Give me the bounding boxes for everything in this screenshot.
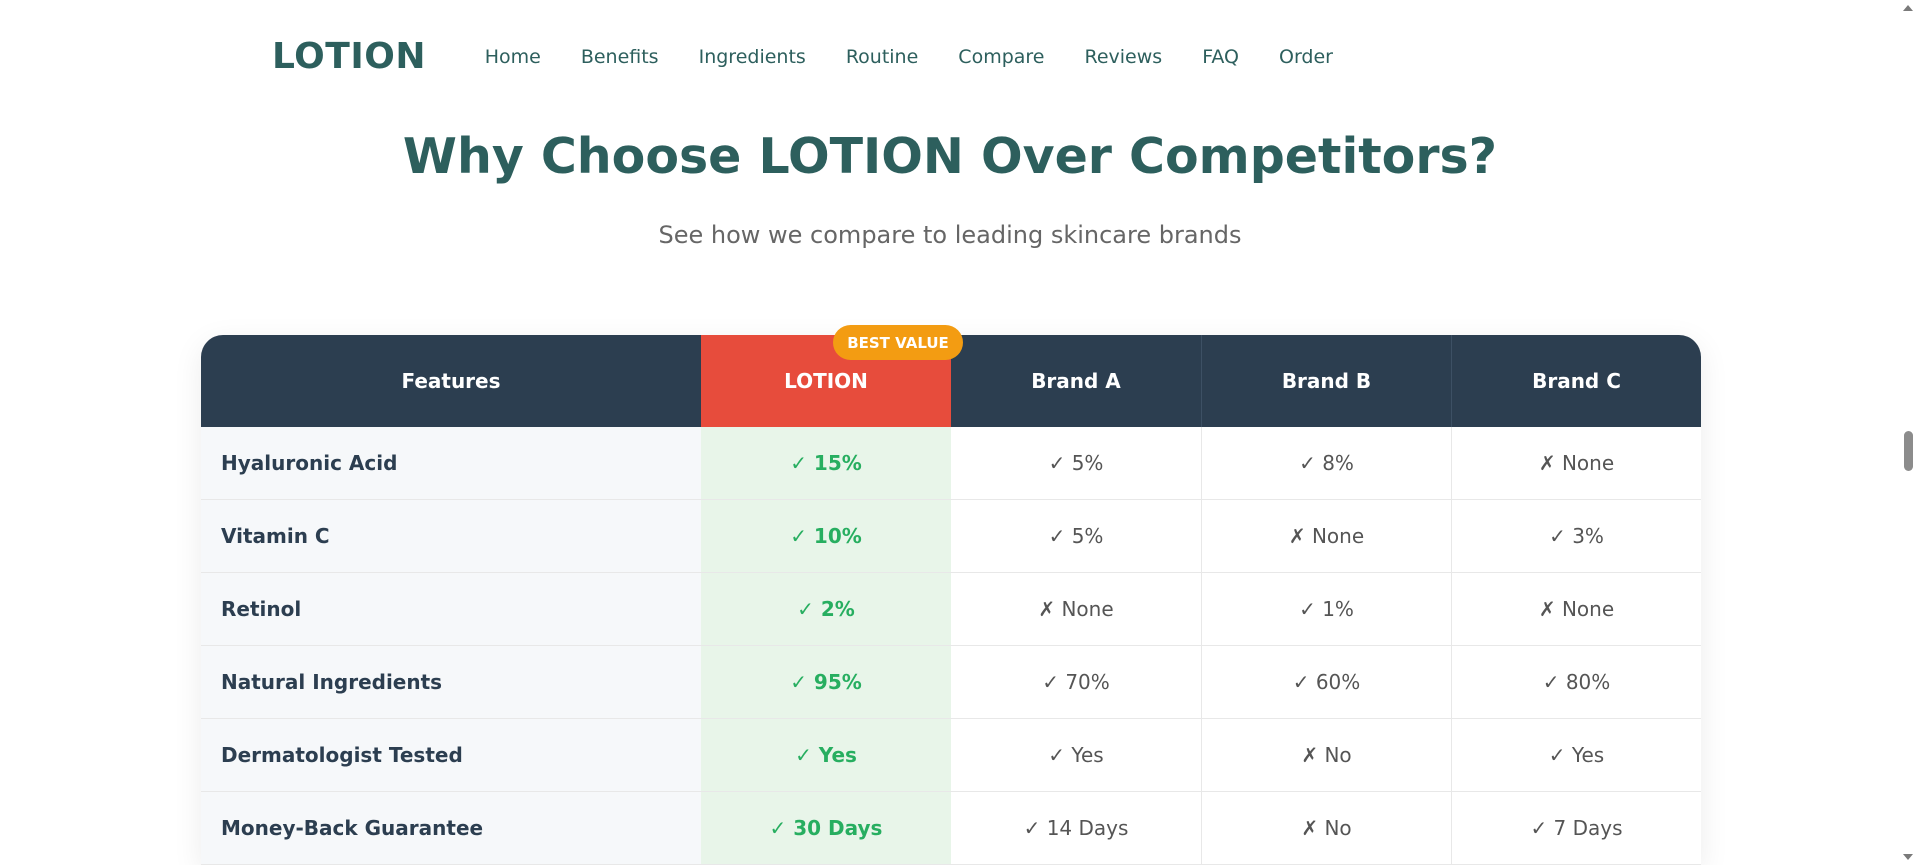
table-body: Hyaluronic Acid ✓ 15% ✓ 5% ✓ 8% ✗ None V… <box>201 427 1701 865</box>
nav-link-ingredients[interactable]: Ingredients <box>699 46 806 68</box>
scroll-thumb[interactable] <box>1904 431 1913 471</box>
brand-a-cell: ✓ Yes <box>1048 743 1104 767</box>
nav-links: Home Benefits Ingredients Routine Compar… <box>485 46 1333 68</box>
table-row: Money-Back Guarantee ✓ 30 Days ✓ 14 Days… <box>201 792 1701 865</box>
lotion-cell: ✓ 30 Days <box>701 792 951 864</box>
brand-a-cell: ✓ 70% <box>1042 670 1110 694</box>
feature-cell: Vitamin C <box>201 500 701 572</box>
header-features: Features <box>401 369 501 393</box>
header-brand-a: Brand A <box>1031 369 1121 393</box>
nav-link-reviews[interactable]: Reviews <box>1084 46 1162 68</box>
top-nav: LOTION Home Benefits Ingredients Routine… <box>0 0 1900 115</box>
brand-c-cell: ✗ None <box>1451 573 1701 645</box>
brand-c-cell: ✓ 3% <box>1451 500 1701 572</box>
section-subtitle: See how we compare to leading skincare b… <box>658 221 1242 249</box>
header-brand-c: Brand C <box>1451 335 1701 427</box>
feature-cell: Money-Back Guarantee <box>201 792 701 864</box>
table-row: Hyaluronic Acid ✓ 15% ✓ 5% ✓ 8% ✗ None <box>201 427 1701 500</box>
comparison-table: BEST VALUE Features LOTION Brand A Brand… <box>201 325 1701 865</box>
brand-b-cell: ✗ No <box>1201 719 1451 791</box>
feature-cell: Hyaluronic Acid <box>201 427 701 499</box>
scroll-up-arrow-icon[interactable] <box>1903 5 1913 11</box>
logo[interactable]: LOTION <box>272 36 426 77</box>
nav-link-faq[interactable]: FAQ <box>1202 46 1239 68</box>
table-row: Retinol ✓ 2% ✗ None ✓ 1% ✗ None <box>201 573 1701 646</box>
brand-c-cell: ✓ 7 Days <box>1451 792 1701 864</box>
best-value-badge: BEST VALUE <box>833 325 963 360</box>
feature-cell: Natural Ingredients <box>201 646 701 718</box>
table-row: Vitamin C ✓ 10% ✓ 5% ✗ None ✓ 3% <box>201 500 1701 573</box>
lotion-cell: ✓ 95% <box>701 646 951 718</box>
brand-c-cell: ✓ Yes <box>1451 719 1701 791</box>
lotion-cell: ✓ 15% <box>701 427 951 499</box>
brand-b-cell: ✓ 1% <box>1201 573 1451 645</box>
nav-link-order[interactable]: Order <box>1279 46 1333 68</box>
brand-a-cell: ✓ 5% <box>1048 524 1104 548</box>
page: LOTION Home Benefits Ingredients Routine… <box>0 0 1916 865</box>
lotion-cell: ✓ 2% <box>701 573 951 645</box>
brand-b-cell: ✓ 60% <box>1201 646 1451 718</box>
lotion-cell: ✓ 10% <box>701 500 951 572</box>
brand-b-cell: ✗ No <box>1201 792 1451 864</box>
scroll-down-arrow-icon[interactable] <box>1903 854 1913 860</box>
feature-cell: Dermatologist Tested <box>201 719 701 791</box>
brand-a-cell: ✓ 14 Days <box>1023 816 1129 840</box>
brand-c-cell: ✗ None <box>1451 427 1701 499</box>
vertical-scrollbar[interactable] <box>1900 0 1916 865</box>
section-title: Why Choose LOTION Over Competitors? <box>402 128 1498 185</box>
feature-cell: Retinol <box>201 573 701 645</box>
brand-c-cell: ✓ 80% <box>1451 646 1701 718</box>
nav-link-routine[interactable]: Routine <box>846 46 918 68</box>
nav-link-home[interactable]: Home <box>485 46 541 68</box>
brand-b-cell: ✓ 8% <box>1201 427 1451 499</box>
table-row: Natural Ingredients ✓ 95% ✓ 70% ✓ 60% ✓ … <box>201 646 1701 719</box>
brand-b-cell: ✗ None <box>1201 500 1451 572</box>
header-brand-b: Brand B <box>1201 335 1451 427</box>
lotion-cell: ✓ Yes <box>701 719 951 791</box>
brand-a-cell: ✗ None <box>1038 597 1114 621</box>
brand-a-cell: ✓ 5% <box>1048 451 1104 475</box>
table-row: Dermatologist Tested ✓ Yes ✓ Yes ✗ No ✓ … <box>201 719 1701 792</box>
nav-link-benefits[interactable]: Benefits <box>581 46 659 68</box>
nav-link-compare[interactable]: Compare <box>958 46 1044 68</box>
